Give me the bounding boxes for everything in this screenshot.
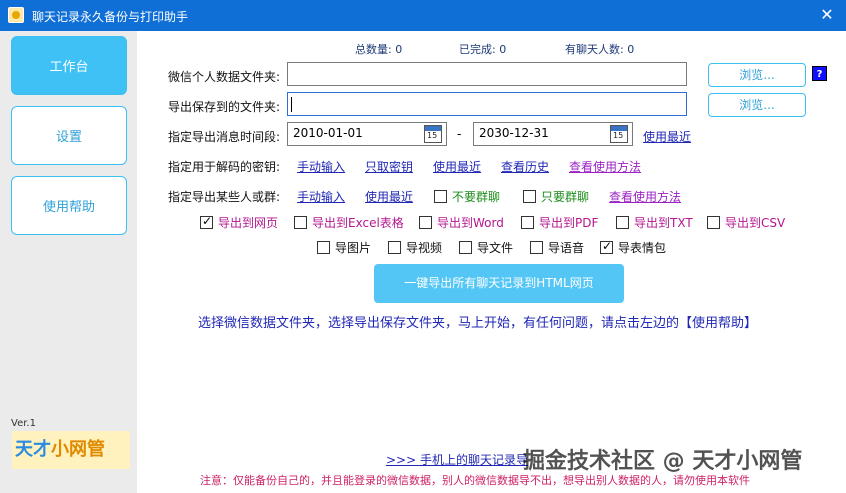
checkbox-label: 导出到Word bbox=[437, 216, 504, 230]
people-label: 指定导出某些人或群: bbox=[168, 190, 281, 204]
key-fetch-only-link[interactable]: 只取密钥 bbox=[365, 158, 413, 175]
checkbox-box[interactable] bbox=[294, 216, 307, 229]
checkbox-label: 导出到网页 bbox=[218, 216, 279, 230]
window-title: 聊天记录永久备份与打印助手 bbox=[32, 10, 189, 24]
only-group-chat-checkbox[interactable]: 只要群聊 bbox=[523, 188, 589, 205]
brand-part1: 天才 bbox=[15, 439, 51, 460]
checkbox-label: 只要群聊 bbox=[541, 190, 590, 204]
checkbox-box[interactable] bbox=[459, 241, 472, 254]
stat-total: 总数量: 0 bbox=[355, 43, 403, 56]
save-folder-label: 导出保存到的文件夹: bbox=[168, 100, 281, 114]
people-use-recent-link[interactable]: 使用最近 bbox=[365, 188, 413, 205]
no-group-chat-checkbox[interactable]: 不要群聊 bbox=[434, 188, 500, 205]
data-folder-input[interactable] bbox=[287, 62, 687, 86]
checkbox-label: 导语音 bbox=[548, 241, 585, 255]
export-pdf-checkbox[interactable]: 导出到PDF bbox=[521, 214, 598, 231]
sidebar: 工作台 设置 使用帮助 Ver.1 天才小网管 bbox=[0, 31, 137, 493]
checkbox-box[interactable] bbox=[523, 190, 536, 203]
checkbox-box[interactable] bbox=[600, 239, 613, 254]
people-howto-link[interactable]: 查看使用方法 bbox=[609, 188, 681, 205]
export-html-checkbox[interactable]: 导出到网页 bbox=[200, 214, 278, 231]
sidebar-item-workbench[interactable]: 工作台 bbox=[11, 36, 127, 95]
calendar-icon[interactable]: 15 bbox=[424, 125, 442, 143]
export-word-checkbox[interactable]: 导出到Word bbox=[419, 214, 504, 231]
checkbox-label: 导视频 bbox=[406, 241, 443, 255]
export-voice-checkbox[interactable]: 导语音 bbox=[530, 239, 584, 256]
date-separator: - bbox=[457, 127, 462, 141]
app-icon bbox=[8, 7, 24, 23]
checkbox-label: 导出到Excel表格 bbox=[312, 216, 404, 230]
checkbox-box[interactable] bbox=[434, 190, 447, 203]
checkbox-box[interactable] bbox=[388, 241, 401, 254]
checkbox-box[interactable] bbox=[616, 216, 629, 229]
people-manual-input-link[interactable]: 手动输入 bbox=[297, 188, 345, 205]
sidebar-item-help[interactable]: 使用帮助 bbox=[11, 176, 127, 235]
calendar-icon[interactable]: 15 bbox=[610, 125, 628, 143]
checkbox-box[interactable] bbox=[200, 214, 213, 229]
data-folder-label: 微信个人数据文件夹: bbox=[168, 70, 281, 84]
mobile-chat-link[interactable]: >>> 手机上的聊天记录导 bbox=[386, 451, 528, 468]
text-caret bbox=[291, 97, 292, 112]
brand-part2: 小网管 bbox=[51, 439, 105, 460]
brand-logo: 天才小网管 bbox=[12, 431, 130, 469]
checkbox-label: 导表情包 bbox=[618, 241, 667, 255]
export-txt-checkbox[interactable]: 导出到TXT bbox=[616, 214, 693, 231]
help-question-icon[interactable]: ? bbox=[812, 66, 827, 81]
calendar-day: 15 bbox=[427, 131, 438, 140]
watermark: 掘金技术社区 @ 天才小网管 bbox=[523, 449, 803, 474]
date-start-value: 2010-01-01 bbox=[293, 126, 363, 140]
sidebar-item-settings[interactable]: 设置 bbox=[11, 106, 127, 165]
checkbox-box[interactable] bbox=[707, 216, 720, 229]
export-csv-checkbox[interactable]: 导出到CSV bbox=[707, 214, 785, 231]
date-use-recent-link[interactable]: 使用最近 bbox=[643, 128, 691, 145]
key-manual-input-link[interactable]: 手动输入 bbox=[297, 158, 345, 175]
checkbox-box[interactable] bbox=[521, 216, 534, 229]
export-videos-checkbox[interactable]: 导视频 bbox=[388, 239, 442, 256]
checkbox-label: 导出到CSV bbox=[725, 216, 786, 230]
date-start-picker[interactable]: 2010-01-01 15 bbox=[287, 122, 447, 146]
browse-save-folder-button[interactable]: 浏览... bbox=[708, 93, 806, 117]
checkbox-box[interactable] bbox=[419, 216, 432, 229]
checkbox-box[interactable] bbox=[317, 241, 330, 254]
key-use-recent-link[interactable]: 使用最近 bbox=[433, 158, 481, 175]
export-images-checkbox[interactable]: 导图片 bbox=[317, 239, 371, 256]
export-all-button[interactable]: 一键导出所有聊天记录到HTML网页 bbox=[374, 264, 624, 303]
date-range-label: 指定导出消息时间段: bbox=[168, 130, 281, 144]
date-end-picker[interactable]: 2030-12-31 15 bbox=[473, 122, 633, 146]
export-stickers-checkbox[interactable]: 导表情包 bbox=[600, 239, 666, 256]
checkbox-label: 导出到TXT bbox=[634, 216, 693, 230]
close-icon[interactable]: ✕ bbox=[816, 4, 838, 26]
title-bar: 聊天记录永久备份与打印助手 ✕ bbox=[0, 0, 846, 31]
checkbox-label: 导出到PDF bbox=[539, 216, 599, 230]
date-end-value: 2030-12-31 bbox=[479, 126, 549, 140]
calendar-day: 15 bbox=[613, 131, 624, 140]
checkbox-label: 导文件 bbox=[477, 241, 514, 255]
usage-hint: 选择微信数据文件夹，选择导出保存文件夹，马上开始，有任何问题，请点击左边的【使用… bbox=[198, 316, 758, 331]
version-label: Ver.1 bbox=[11, 418, 36, 429]
key-label: 指定用于解码的密钥: bbox=[168, 160, 281, 174]
export-files-checkbox[interactable]: 导文件 bbox=[459, 239, 513, 256]
main-panel: 总数量: 0 已完成: 0 有聊天人数: 0 微信个人数据文件夹: 浏览... … bbox=[137, 31, 846, 493]
save-folder-input[interactable] bbox=[287, 92, 687, 116]
stat-done: 已完成: 0 bbox=[459, 43, 507, 56]
browse-data-folder-button[interactable]: 浏览... bbox=[708, 63, 806, 87]
stat-contacts: 有聊天人数: 0 bbox=[565, 43, 635, 56]
key-view-history-link[interactable]: 查看历史 bbox=[501, 158, 549, 175]
checkbox-label: 导图片 bbox=[335, 241, 372, 255]
export-excel-checkbox[interactable]: 导出到Excel表格 bbox=[294, 214, 404, 231]
key-howto-link[interactable]: 查看使用方法 bbox=[569, 158, 641, 175]
checkbox-box[interactable] bbox=[530, 241, 543, 254]
checkbox-label: 不要群聊 bbox=[452, 190, 501, 204]
